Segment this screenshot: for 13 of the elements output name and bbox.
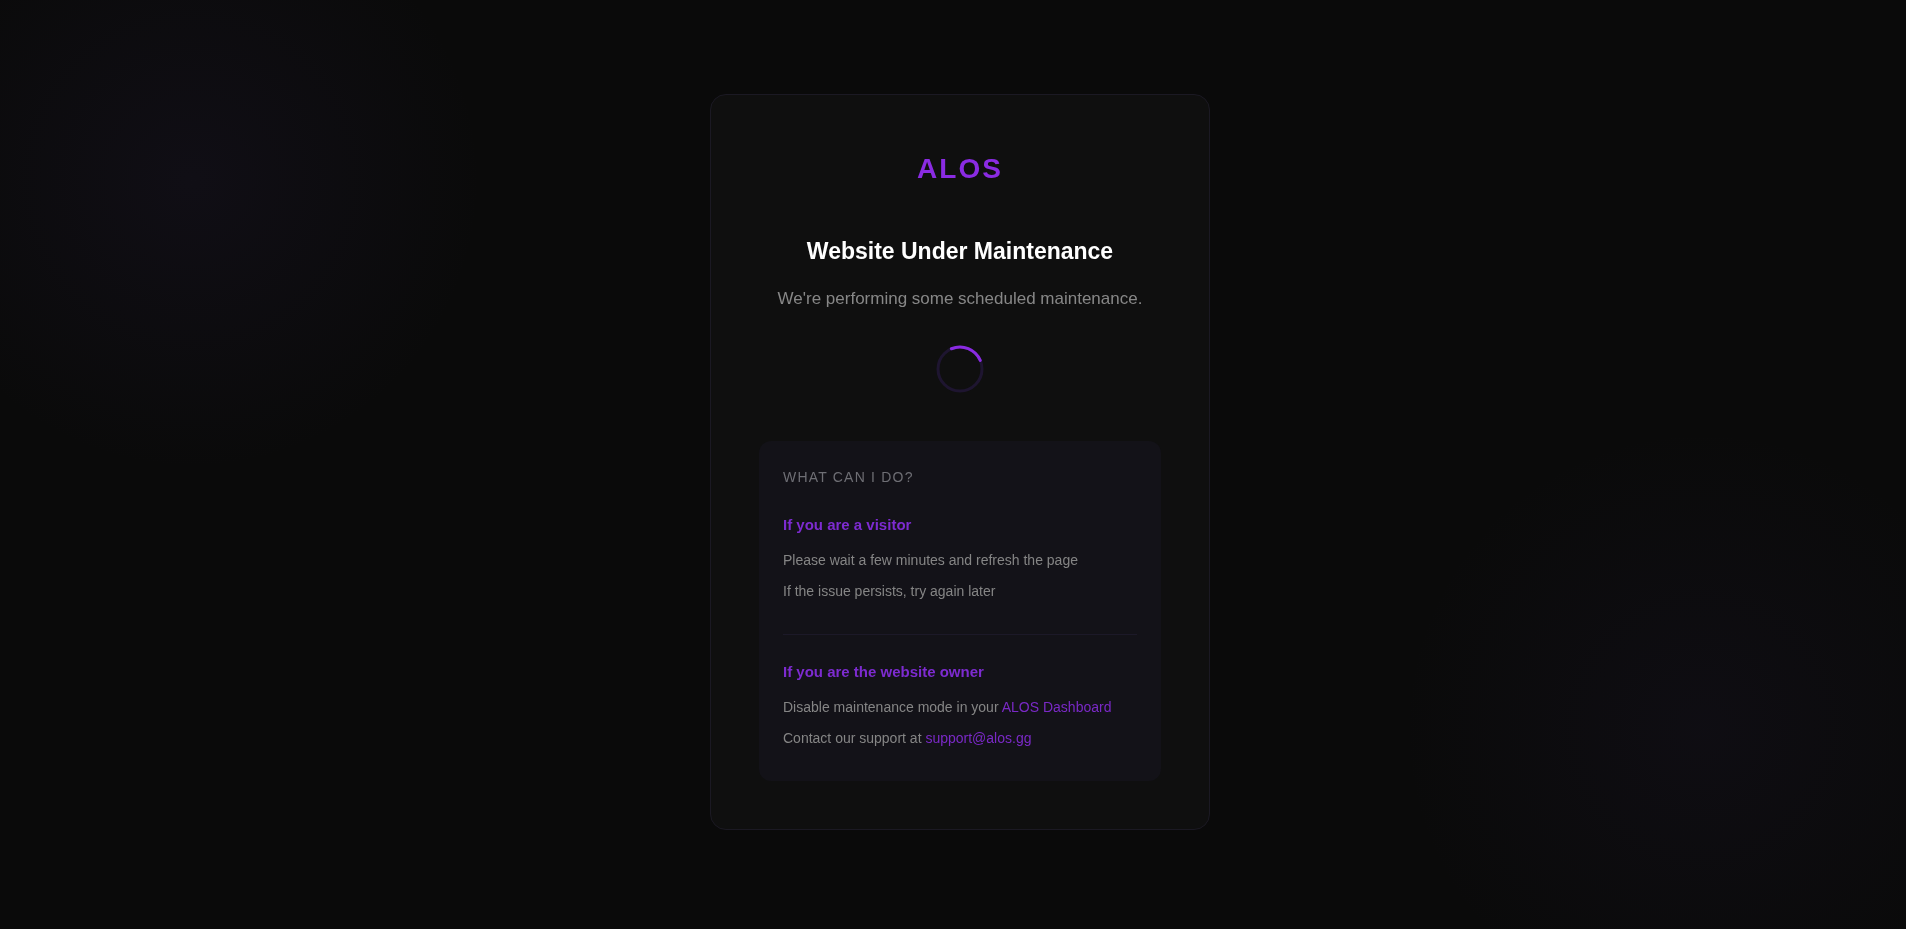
instruction-text: Please wait a few minutes and refresh the page [783,551,1079,570]
instruction-text: If the issue persists, try again later [783,582,997,601]
dashboard-link[interactable]: ALOS Dashboard [1001,699,1112,715]
logo-text: ALOS [917,153,1003,185]
status-subtitle: We're performing some scheduled maintenance. [777,288,1143,310]
section-heading: If you are the website owner [783,662,985,682]
section-heading: If you are a visitor [783,515,913,535]
instruction-text: Disable maintenance mode in your ALOS Dashboard [783,698,1113,717]
instruction-text: Contact our support at support@alos.gg [783,729,1033,748]
support-email-link[interactable]: support@alos.gg [925,730,1032,746]
loading-spinner-icon [936,345,984,393]
help-title: WHAT CAN I DO? [783,468,915,487]
page-title: Website Under Maintenance [806,237,1114,266]
